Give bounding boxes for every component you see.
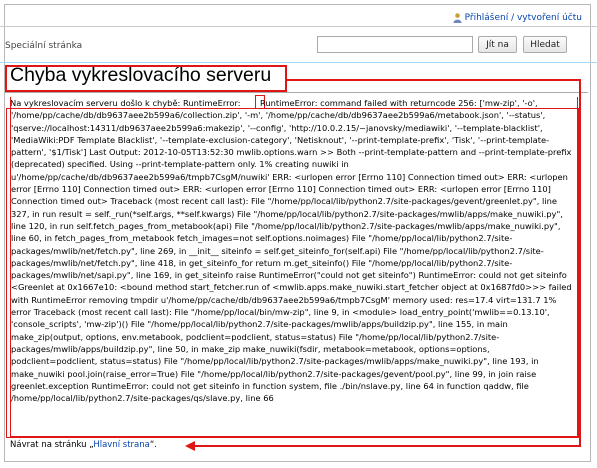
content-divider bbox=[0, 62, 597, 63]
return-suffix: “. bbox=[149, 440, 157, 450]
title-underline bbox=[5, 92, 588, 93]
special-page-label: Speciální stránka bbox=[5, 41, 83, 51]
user-icon bbox=[453, 13, 462, 23]
header-divider bbox=[0, 26, 597, 27]
main-page-link[interactable]: Hlavní strana bbox=[93, 440, 150, 450]
error-message: RuntimeError: command failed with return… bbox=[10, 97, 578, 437]
annotation-arrow-top bbox=[287, 79, 581, 81]
page-title: Chyba vykreslovacího serveru bbox=[10, 64, 272, 86]
annotation-arrow-head bbox=[185, 441, 195, 451]
annotation-arrow-bottom bbox=[194, 445, 581, 447]
go-button[interactable]: Jít na bbox=[478, 36, 517, 53]
search-input[interactable] bbox=[317, 36, 473, 53]
search-button[interactable]: Hledat bbox=[523, 36, 567, 53]
return-prefix: Návrat na stránku „ bbox=[10, 440, 94, 450]
return-line: Návrat na stránku „Hlavní strana“. bbox=[10, 440, 157, 450]
annotation-arrow-vertical bbox=[579, 80, 581, 447]
login-link[interactable]: Přihlášení / vytvoření účtu bbox=[465, 13, 582, 23]
personal-tools: Přihlášení / vytvoření účtu bbox=[453, 13, 582, 23]
